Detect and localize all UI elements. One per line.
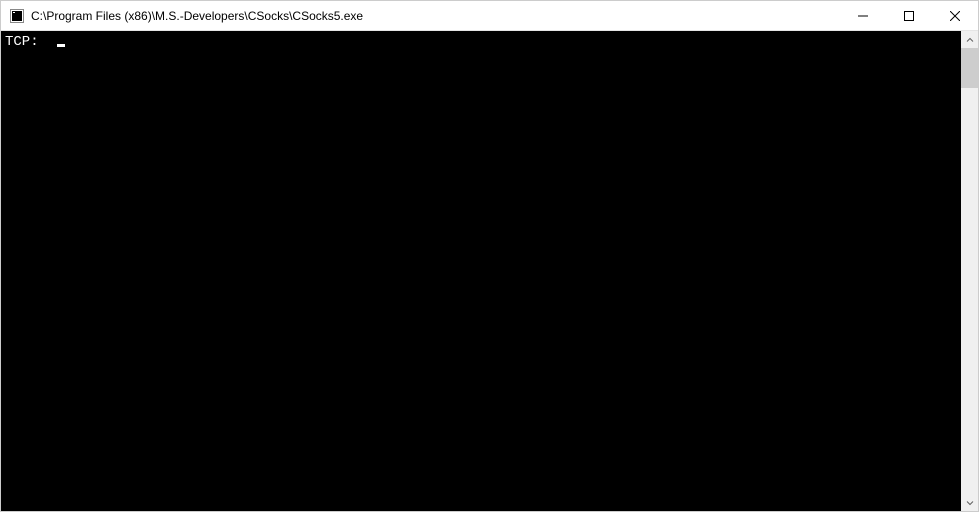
window-controls	[840, 1, 978, 30]
console-line: TCP:	[5, 33, 957, 51]
scroll-down-button[interactable]	[961, 494, 978, 511]
minimize-icon	[858, 11, 868, 21]
titlebar[interactable]: C:\Program Files (x86)\M.S.-Developers\C…	[1, 1, 978, 31]
console-text: TCP:	[5, 34, 39, 50]
chevron-down-icon	[966, 499, 974, 507]
maximize-icon	[904, 11, 914, 21]
chevron-up-icon	[966, 36, 974, 44]
scroll-up-button[interactable]	[961, 31, 978, 48]
close-icon	[950, 11, 960, 21]
maximize-button[interactable]	[886, 1, 932, 30]
minimize-button[interactable]	[840, 1, 886, 30]
close-button[interactable]	[932, 1, 978, 30]
console-output[interactable]: TCP:	[1, 31, 961, 511]
window-title: C:\Program Files (x86)\M.S.-Developers\C…	[31, 9, 840, 23]
console-app-icon	[9, 8, 25, 24]
console-window: C:\Program Files (x86)\M.S.-Developers\C…	[0, 0, 979, 512]
vertical-scrollbar[interactable]	[961, 31, 978, 511]
text-cursor	[57, 44, 65, 47]
scroll-thumb[interactable]	[961, 48, 978, 88]
content-area: TCP:	[1, 31, 978, 511]
